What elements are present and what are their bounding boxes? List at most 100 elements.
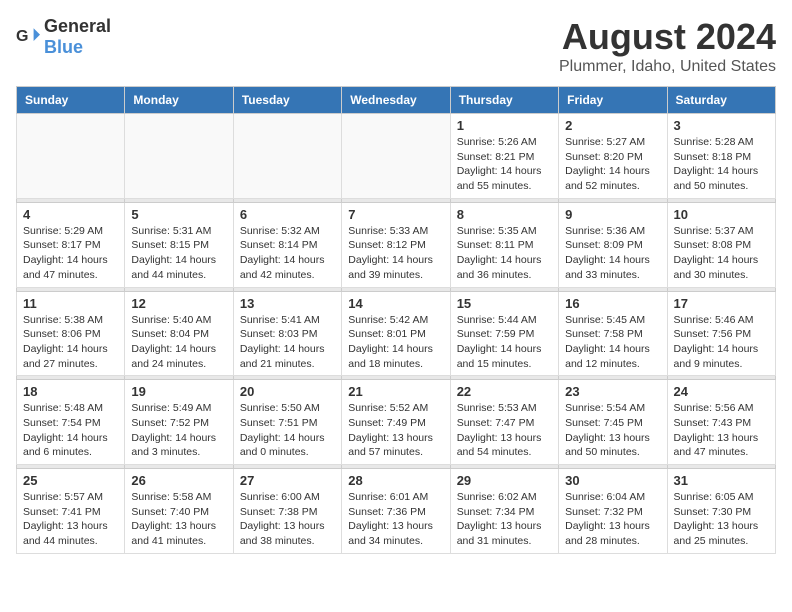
calendar-cell: 24 Sunrise: 5:56 AM Sunset: 7:43 PM Dayli… <box>667 380 775 465</box>
day-info: Sunrise: 5:33 AM Sunset: 8:12 PM Dayligh… <box>348 224 443 283</box>
day-number: 15 <box>457 296 552 311</box>
calendar-week-1: 1 Sunrise: 5:26 AM Sunset: 8:21 PM Daylig… <box>17 114 776 199</box>
day-number: 12 <box>131 296 226 311</box>
day-header-saturday: Saturday <box>667 87 775 114</box>
day-info: Sunrise: 5:40 AM Sunset: 8:04 PM Dayligh… <box>131 313 226 372</box>
day-number: 21 <box>348 384 443 399</box>
day-info: Sunrise: 5:54 AM Sunset: 7:45 PM Dayligh… <box>565 401 660 460</box>
calendar-cell <box>233 114 341 199</box>
calendar: SundayMondayTuesdayWednesdayThursdayFrid… <box>16 86 776 554</box>
calendar-cell: 30Sunrise: 6:04 AM Sunset: 7:32 PM Dayli… <box>559 469 667 554</box>
title-area: August 2024 Plummer, Idaho, United State… <box>559 16 776 76</box>
month-title: August 2024 <box>559 16 776 58</box>
day-header-monday: Monday <box>125 87 233 114</box>
day-number: 17 <box>674 296 769 311</box>
day-info: Sunrise: 5:26 AM Sunset: 8:21 PM Dayligh… <box>457 135 552 194</box>
day-number: 4 <box>23 207 118 222</box>
day-info: Sunrise: 6:00 AM Sunset: 7:38 PM Dayligh… <box>240 490 335 549</box>
day-number: 26 <box>131 473 226 488</box>
day-info: Sunrise: 5:36 AM Sunset: 8:09 PM Dayligh… <box>565 224 660 283</box>
day-number: 29 <box>457 473 552 488</box>
calendar-cell: 3Sunrise: 5:28 AM Sunset: 8:18 PM Daylig… <box>667 114 775 199</box>
day-number: 31 <box>674 473 769 488</box>
day-header-friday: Friday <box>559 87 667 114</box>
day-number: 25 <box>23 473 118 488</box>
calendar-cell <box>17 114 125 199</box>
day-header-thursday: Thursday <box>450 87 558 114</box>
day-number: 24 <box>674 384 769 399</box>
calendar-cell: 7 Sunrise: 5:33 AM Sunset: 8:12 PM Daylig… <box>342 202 450 287</box>
calendar-cell: 29 Sunrise: 6:02 AM Sunset: 7:34 PM Dayli… <box>450 469 558 554</box>
day-number: 2 <box>565 118 660 133</box>
day-info: Sunrise: 6:02 AM Sunset: 7:34 PM Dayligh… <box>457 490 552 549</box>
day-number: 5 <box>131 207 226 222</box>
day-info: Sunrise: 5:57 AM Sunset: 7:41 PM Dayligh… <box>23 490 118 549</box>
calendar-cell: 16Sunrise: 5:45 AM Sunset: 7:58 PM Dayli… <box>559 291 667 376</box>
calendar-cell: 9 Sunrise: 5:36 AM Sunset: 8:09 PM Daylig… <box>559 202 667 287</box>
day-number: 8 <box>457 207 552 222</box>
day-number: 11 <box>23 296 118 311</box>
calendar-cell: 2 Sunrise: 5:27 AM Sunset: 8:20 PM Daylig… <box>559 114 667 199</box>
calendar-cell: 12 Sunrise: 5:40 AM Sunset: 8:04 PM Dayli… <box>125 291 233 376</box>
calendar-cell: 23 Sunrise: 5:54 AM Sunset: 7:45 PM Dayli… <box>559 380 667 465</box>
day-info: Sunrise: 5:38 AM Sunset: 8:06 PM Dayligh… <box>23 313 118 372</box>
day-info: Sunrise: 5:46 AM Sunset: 7:56 PM Dayligh… <box>674 313 769 372</box>
header: G General Blue August 2024 Plummer, Idah… <box>16 16 776 76</box>
day-info: Sunrise: 5:35 AM Sunset: 8:11 PM Dayligh… <box>457 224 552 283</box>
day-info: Sunrise: 5:49 AM Sunset: 7:52 PM Dayligh… <box>131 401 226 460</box>
day-info: Sunrise: 5:37 AM Sunset: 8:08 PM Dayligh… <box>674 224 769 283</box>
day-info: Sunrise: 5:29 AM Sunset: 8:17 PM Dayligh… <box>23 224 118 283</box>
calendar-cell: 8 Sunrise: 5:35 AM Sunset: 8:11 PM Daylig… <box>450 202 558 287</box>
day-number: 30 <box>565 473 660 488</box>
day-number: 9 <box>565 207 660 222</box>
day-info: Sunrise: 5:48 AM Sunset: 7:54 PM Dayligh… <box>23 401 118 460</box>
svg-text:G: G <box>16 28 28 45</box>
calendar-cell: 22Sunrise: 5:53 AM Sunset: 7:47 PM Dayli… <box>450 380 558 465</box>
calendar-header: SundayMondayTuesdayWednesdayThursdayFrid… <box>17 87 776 114</box>
day-info: Sunrise: 5:50 AM Sunset: 7:51 PM Dayligh… <box>240 401 335 460</box>
calendar-cell: 17 Sunrise: 5:46 AM Sunset: 7:56 PM Dayli… <box>667 291 775 376</box>
day-number: 14 <box>348 296 443 311</box>
calendar-cell: 26 Sunrise: 5:58 AM Sunset: 7:40 PM Dayli… <box>125 469 233 554</box>
day-info: Sunrise: 5:31 AM Sunset: 8:15 PM Dayligh… <box>131 224 226 283</box>
calendar-cell: 21 Sunrise: 5:52 AM Sunset: 7:49 PM Dayli… <box>342 380 450 465</box>
day-number: 3 <box>674 118 769 133</box>
day-number: 22 <box>457 384 552 399</box>
logo-blue-text: Blue <box>44 37 83 57</box>
day-info: Sunrise: 5:44 AM Sunset: 7:59 PM Dayligh… <box>457 313 552 372</box>
calendar-cell: 25 Sunrise: 5:57 AM Sunset: 7:41 PM Dayli… <box>17 469 125 554</box>
day-number: 20 <box>240 384 335 399</box>
day-number: 28 <box>348 473 443 488</box>
calendar-cell: 28 Sunrise: 6:01 AM Sunset: 7:36 PM Dayli… <box>342 469 450 554</box>
calendar-cell <box>125 114 233 199</box>
calendar-cell: 20 Sunrise: 5:50 AM Sunset: 7:51 PM Dayli… <box>233 380 341 465</box>
day-number: 10 <box>674 207 769 222</box>
day-info: Sunrise: 5:52 AM Sunset: 7:49 PM Dayligh… <box>348 401 443 460</box>
calendar-week-4: 18 Sunrise: 5:48 AM Sunset: 7:54 PM Dayli… <box>17 380 776 465</box>
day-number: 13 <box>240 296 335 311</box>
calendar-cell: 5 Sunrise: 5:31 AM Sunset: 8:15 PM Daylig… <box>125 202 233 287</box>
day-number: 23 <box>565 384 660 399</box>
day-number: 1 <box>457 118 552 133</box>
day-info: Sunrise: 5:41 AM Sunset: 8:03 PM Dayligh… <box>240 313 335 372</box>
day-number: 19 <box>131 384 226 399</box>
day-number: 18 <box>23 384 118 399</box>
calendar-cell: 19 Sunrise: 5:49 AM Sunset: 7:52 PM Dayli… <box>125 380 233 465</box>
calendar-cell: 10 Sunrise: 5:37 AM Sunset: 8:08 PM Dayli… <box>667 202 775 287</box>
day-number: 7 <box>348 207 443 222</box>
day-header-sunday: Sunday <box>17 87 125 114</box>
calendar-cell: 31Sunrise: 6:05 AM Sunset: 7:30 PM Dayli… <box>667 469 775 554</box>
day-info: Sunrise: 5:27 AM Sunset: 8:20 PM Dayligh… <box>565 135 660 194</box>
calendar-cell: 4 Sunrise: 5:29 AM Sunset: 8:17 PM Daylig… <box>17 202 125 287</box>
calendar-cell <box>342 114 450 199</box>
day-info: Sunrise: 5:56 AM Sunset: 7:43 PM Dayligh… <box>674 401 769 460</box>
calendar-cell: 18 Sunrise: 5:48 AM Sunset: 7:54 PM Dayli… <box>17 380 125 465</box>
logo-icon: G <box>16 25 40 49</box>
day-info: Sunrise: 5:58 AM Sunset: 7:40 PM Dayligh… <box>131 490 226 549</box>
calendar-cell: 15 Sunrise: 5:44 AM Sunset: 7:59 PM Dayli… <box>450 291 558 376</box>
day-info: Sunrise: 5:32 AM Sunset: 8:14 PM Dayligh… <box>240 224 335 283</box>
calendar-cell: 13 Sunrise: 5:41 AM Sunset: 8:03 PM Dayli… <box>233 291 341 376</box>
calendar-week-3: 11 Sunrise: 5:38 AM Sunset: 8:06 PM Dayli… <box>17 291 776 376</box>
location-title: Plummer, Idaho, United States <box>559 58 776 76</box>
day-info: Sunrise: 6:01 AM Sunset: 7:36 PM Dayligh… <box>348 490 443 549</box>
